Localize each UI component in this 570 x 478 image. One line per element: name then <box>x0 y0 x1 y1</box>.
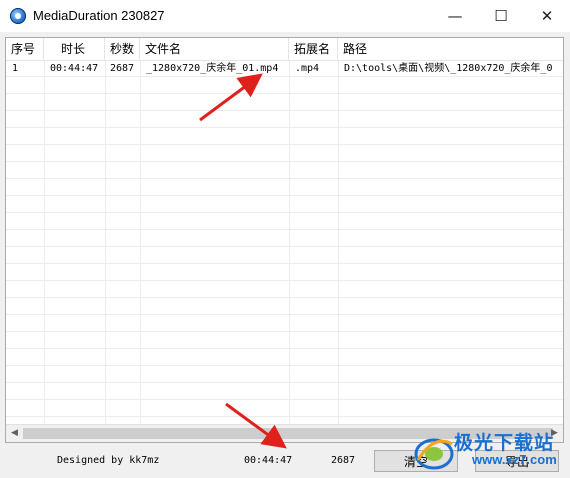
list-header: 序号 时长 秒数 文件名 拓展名 路径 <box>6 38 563 61</box>
column-header-filename[interactable]: 文件名 <box>140 38 289 60</box>
designer-credit: Designed by kk7mz <box>57 455 160 466</box>
window-title: MediaDuration 230827 <box>33 8 165 23</box>
watermark-url: www.xz7.com <box>472 452 557 467</box>
column-divider <box>338 38 339 442</box>
close-button[interactable]: ✕ <box>524 0 570 32</box>
grid-lines <box>6 38 563 442</box>
watermark-logo-icon <box>414 438 454 470</box>
app-icon <box>10 8 26 24</box>
column-header-duration[interactable]: 时长 <box>44 38 105 60</box>
cell-filename: _1280x720_庆余年_01.mp4 <box>146 63 279 74</box>
watermark-logo: 极光下载站 www.xz7.com <box>410 428 570 478</box>
minimize-button[interactable]: — <box>432 0 478 32</box>
column-header-path[interactable]: 路径 <box>338 38 563 60</box>
column-divider <box>289 38 290 442</box>
column-header-index[interactable]: 序号 <box>6 38 44 60</box>
cell-seconds: 2687 <box>110 63 135 74</box>
cell-duration: 00:44:47 <box>50 63 99 74</box>
file-list[interactable]: 序号 时长 秒数 文件名 拓展名 路径 1 00:44:47 2687 _128… <box>5 37 564 443</box>
total-seconds: 2687 <box>331 455 356 466</box>
cell-path: D:\tools\桌面\视频\_1280x720_庆余年_0 <box>344 63 553 74</box>
table-row[interactable]: 1 00:44:47 2687 _1280x720_庆余年_01.mp4 .mp… <box>6 61 563 77</box>
title-bar: MediaDuration 230827 — ☐ ✕ <box>0 0 570 32</box>
cell-index: 1 <box>12 63 19 74</box>
cell-extension: .mp4 <box>295 63 320 74</box>
column-divider <box>105 38 106 442</box>
watermark-text: 极光下载站 <box>454 432 555 454</box>
total-duration: 00:44:47 <box>244 455 293 466</box>
scroll-left-icon[interactable]: ◀ <box>6 425 23 442</box>
column-divider <box>140 38 141 442</box>
column-header-extension[interactable]: 拓展名 <box>289 38 338 60</box>
column-divider <box>44 38 45 442</box>
column-header-seconds[interactable]: 秒数 <box>105 38 140 60</box>
maximize-button[interactable]: ☐ <box>478 0 524 32</box>
